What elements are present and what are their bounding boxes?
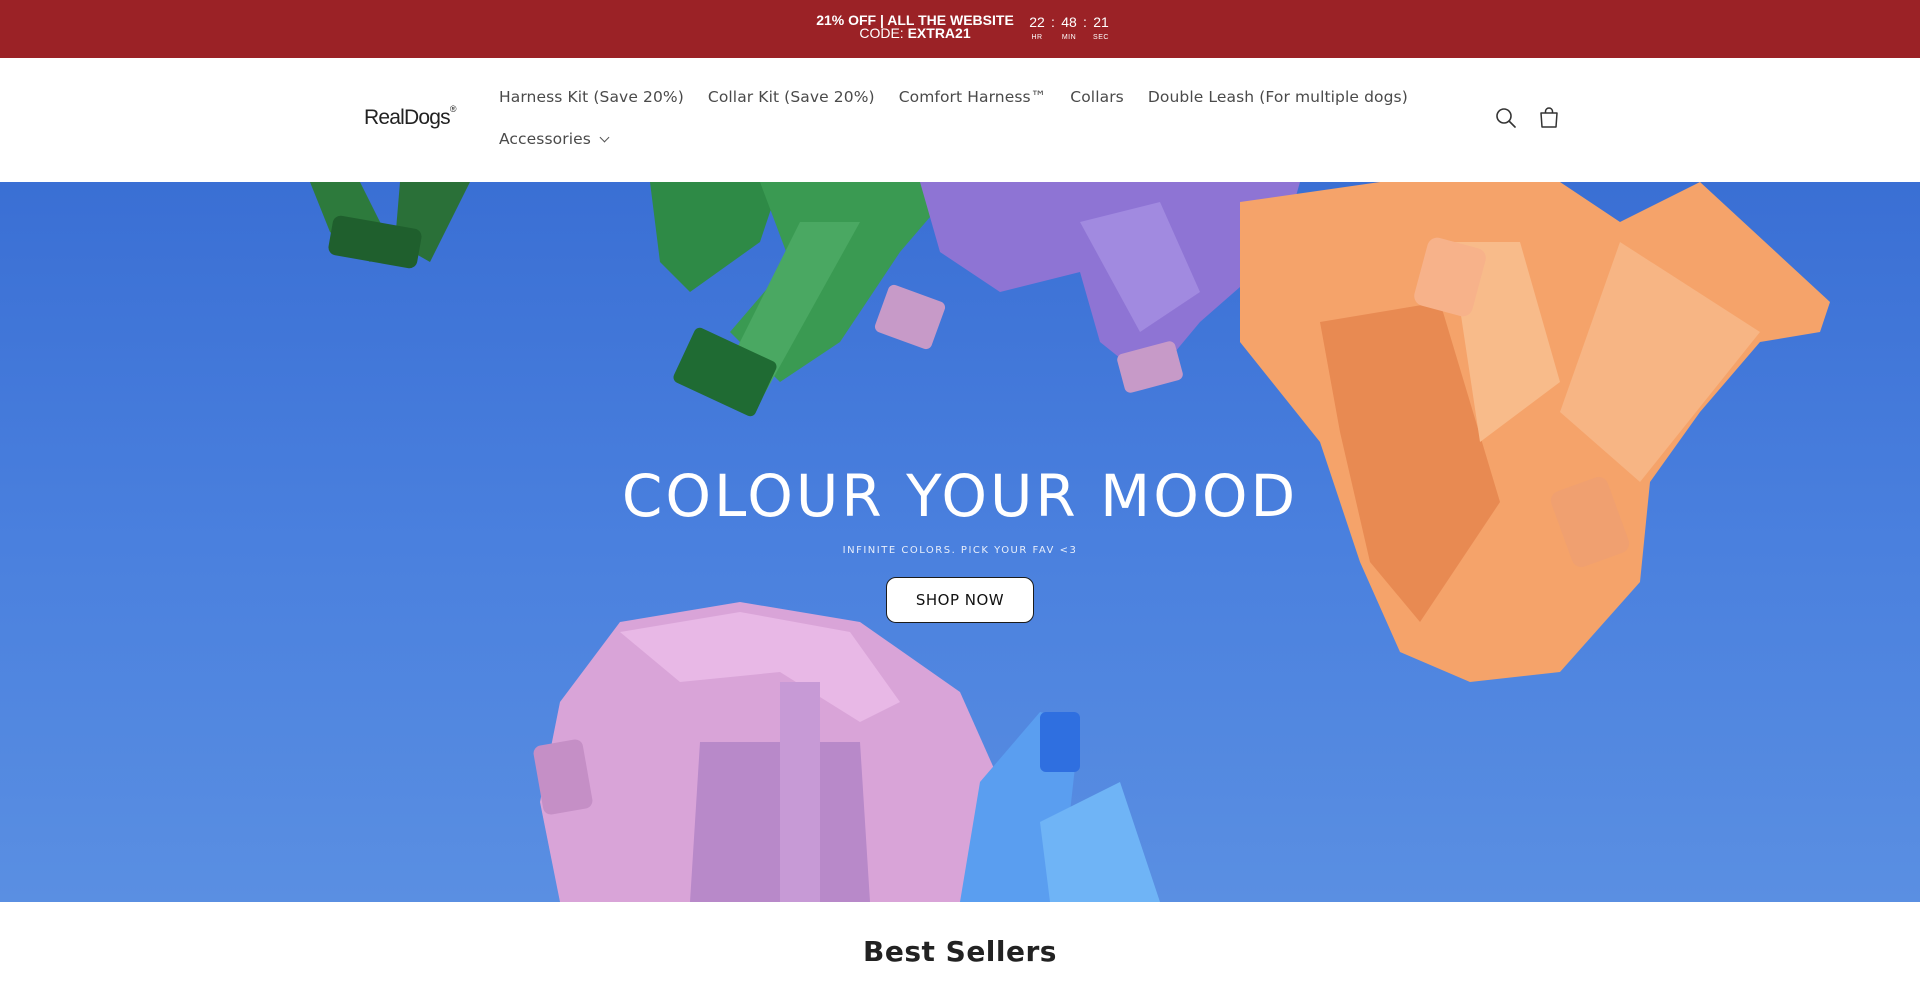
pink-harness bbox=[533, 602, 1000, 902]
announcement-code: EXTRA21 bbox=[907, 25, 971, 41]
announcement-text: 21% OFF | ALL THE WEBSITE CODE: EXTRA21 bbox=[800, 13, 1030, 41]
nav-harness-kit[interactable]: Harness Kit (Save 20%) bbox=[499, 88, 684, 106]
hero-subtitle: INFINITE COLORS. PICK YOUR FAV <3 bbox=[842, 545, 1078, 556]
timer-hours-label: HR bbox=[1031, 34, 1043, 41]
nav-double-leash[interactable]: Double Leash (For multiple dogs) bbox=[1148, 88, 1408, 106]
nav-accessories[interactable]: Accessories bbox=[499, 130, 610, 148]
shop-now-button[interactable]: SHOP NOW bbox=[886, 577, 1034, 623]
main-nav: Harness Kit (Save 20%) Collar Kit (Save … bbox=[499, 88, 1408, 106]
timer-minutes: 48 MIN bbox=[1056, 14, 1082, 41]
hero-harness-image bbox=[310, 182, 1830, 902]
announcement-code-line: CODE: EXTRA21 bbox=[800, 25, 1030, 41]
timer-minutes-value: 48 bbox=[1061, 14, 1077, 30]
timer-hours-value: 22 bbox=[1029, 14, 1045, 30]
nav-collar-kit[interactable]: Collar Kit (Save 20%) bbox=[708, 88, 875, 106]
timer-hours: 22 HR bbox=[1024, 14, 1050, 41]
timer-seconds-label: SEC bbox=[1093, 34, 1109, 41]
logo-mark: ® bbox=[449, 104, 457, 114]
hero-title: COLOUR YOUR MOOD bbox=[621, 462, 1299, 530]
site-header: RealDogs® Harness Kit (Save 20%) Collar … bbox=[0, 58, 1920, 182]
hero-banner: COLOUR YOUR MOOD INFINITE COLORS. PICK Y… bbox=[0, 182, 1920, 902]
orange-harness bbox=[1240, 182, 1830, 682]
announcement-bar: 21% OFF | ALL THE WEBSITE CODE: EXTRA21 … bbox=[0, 0, 1920, 58]
cart-icon[interactable] bbox=[1537, 106, 1561, 130]
logo-text: RealDogs bbox=[364, 106, 451, 129]
search-icon[interactable] bbox=[1494, 106, 1518, 130]
nav-accessories-label: Accessories bbox=[499, 130, 591, 148]
countdown-timer: 22 HR : 48 MIN : 21 SEC bbox=[1024, 14, 1114, 41]
purple-harness bbox=[874, 182, 1300, 393]
best-sellers-heading: Best Sellers bbox=[863, 935, 1057, 968]
chevron-down-icon bbox=[599, 132, 610, 143]
logo[interactable]: RealDogs® bbox=[364, 104, 457, 130]
announcement-code-prefix: CODE: bbox=[859, 25, 904, 41]
timer-seconds: 21 SEC bbox=[1088, 14, 1114, 41]
timer-minutes-label: MIN bbox=[1061, 34, 1077, 41]
main-nav-row-2: Accessories bbox=[499, 130, 610, 148]
nav-comfort-harness[interactable]: Comfort Harness™ bbox=[899, 88, 1047, 106]
timer-seconds-value: 21 bbox=[1093, 14, 1109, 30]
green-strap-left bbox=[310, 182, 470, 269]
blue-harness bbox=[960, 712, 1160, 902]
nav-collars[interactable]: Collars bbox=[1070, 88, 1124, 106]
